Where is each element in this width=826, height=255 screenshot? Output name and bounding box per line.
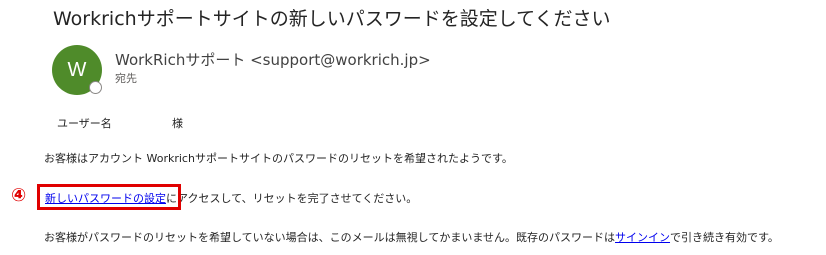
greeting-honorific: 様 (172, 117, 183, 130)
avatar-initial: W (67, 59, 87, 81)
body-paragraph-3-before: お客様がパスワードのリセットを希望していない場合は、このメールは無視してかまいま… (44, 231, 616, 244)
greeting-name: ユーザー名 (57, 117, 112, 130)
body-paragraph-3: お客様がパスワードのリセットを希望していない場合は、このメールは無視してかまいま… (44, 230, 779, 246)
recipient-label[interactable]: 宛先 (115, 72, 137, 86)
email-subject: Workrichサポートサイトの新しいパスワードを設定してください (53, 8, 611, 30)
step-number-marker: ④ (11, 185, 27, 206)
email-view: Workrichサポートサイトの新しいパスワードを設定してください W Work… (0, 0, 826, 255)
sender-name[interactable]: WorkRichサポート <support@workrich.jp> (115, 50, 431, 70)
body-paragraph-2-text: にアクセスして、リセットを完了させてください。 (166, 192, 418, 205)
body-paragraph-1: お客様はアカウント Workrichサポートサイトのパスワードのリセットを希望さ… (44, 152, 513, 165)
highlight-box (37, 184, 181, 210)
body-paragraph-3-after: で引き続き有効です。 (670, 231, 779, 244)
sign-in-link[interactable]: サインイン (615, 231, 670, 244)
presence-status-icon (89, 81, 102, 94)
